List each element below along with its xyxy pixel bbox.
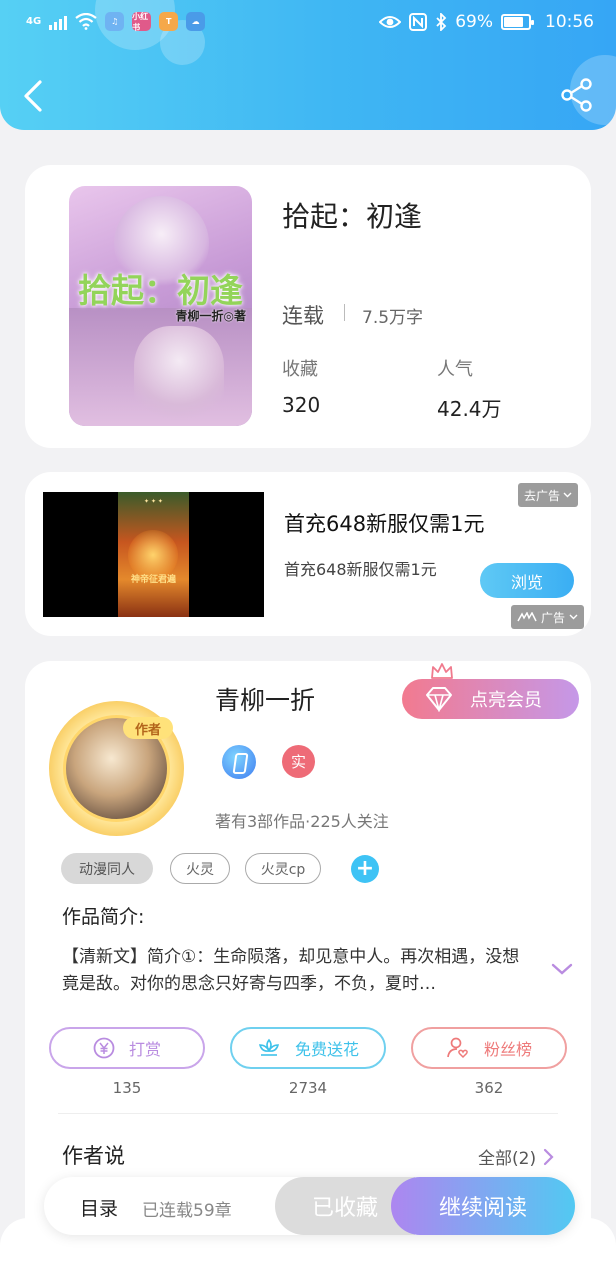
add-tag-button[interactable]: + xyxy=(351,855,379,883)
favorites-label: 收藏 xyxy=(282,359,318,380)
fan-count: 362 xyxy=(474,1079,504,1097)
chevron-down-icon xyxy=(569,614,578,620)
yuan-coin-icon xyxy=(93,1037,115,1059)
send-flower-label: 免费送花 xyxy=(294,1040,359,1059)
flower-count: 2734 xyxy=(288,1079,328,1097)
ad-title: 首充648新服仅需1元 xyxy=(284,512,485,536)
ad-description: 首充648新服仅需1元 xyxy=(284,560,437,579)
header: 4G ♫ 小红书 T ☁ 69% 10:56 xyxy=(0,0,616,130)
signal-icon xyxy=(49,14,68,30)
fan-rank-button[interactable]: 粉丝榜 xyxy=(411,1027,567,1069)
tag-item[interactable]: 火灵cp xyxy=(245,853,321,884)
ad-card[interactable]: ✦ ✦ ✦ 神帝征君遍 去广告 首充648新服仅需1元 首充648新服仅需1元 … xyxy=(25,472,591,636)
ad-label: 广告 xyxy=(540,610,565,625)
weather-app-icon: ☁ xyxy=(186,12,206,31)
wifi-icon xyxy=(75,13,97,30)
author-avatar-frame[interactable]: 作者 xyxy=(49,701,184,836)
crown-icon xyxy=(431,663,453,679)
ad-image-caption: 神帝征君遍 xyxy=(130,575,176,585)
music-app-icon: ♫ xyxy=(105,12,125,31)
browse-button[interactable]: 浏览 xyxy=(480,563,574,598)
author-say-heading: 作者说 xyxy=(62,1144,125,1168)
divider xyxy=(58,1113,558,1114)
reward-button[interactable]: 打赏 xyxy=(49,1027,205,1069)
table-of-contents-button[interactable]: 目录 xyxy=(80,1194,118,1221)
back-button[interactable] xyxy=(18,78,48,114)
favorites-value: 320 xyxy=(282,393,321,417)
book-title: 拾起：初逢 xyxy=(282,200,423,233)
ad-label-badge[interactable]: 广告 xyxy=(510,605,584,629)
word-count: 7.5万字 xyxy=(362,308,424,328)
real-name-badge[interactable]: 实 xyxy=(282,745,315,778)
continue-reading-button[interactable]: 继续阅读 xyxy=(391,1177,575,1235)
phone-verified-icon[interactable] xyxy=(222,745,256,779)
network-type: 4G xyxy=(26,16,42,27)
chevron-down-icon xyxy=(563,492,572,498)
divider xyxy=(344,304,345,321)
view-all-label: 全部(2) xyxy=(478,1149,537,1169)
book-status: 连载 xyxy=(282,304,324,328)
author-badge: 作者 xyxy=(123,717,173,739)
status-bar: 4G ♫ 小红书 T ☁ 69% 10:56 xyxy=(0,0,616,48)
chapter-count: 已连载59章 xyxy=(142,1201,232,1221)
reward-label: 打赏 xyxy=(128,1040,161,1059)
tag-item[interactable]: 动漫同人 xyxy=(61,853,153,884)
clock: 10:56 xyxy=(545,12,594,32)
ad-image[interactable]: ✦ ✦ ✦ 神帝征君遍 xyxy=(43,492,264,617)
share-icon[interactable] xyxy=(560,78,594,112)
calendar-app-icon: T xyxy=(159,12,179,31)
eye-icon xyxy=(379,16,402,28)
author-name[interactable]: 青柳一折 xyxy=(215,681,315,717)
intro-label: 作品简介: xyxy=(62,906,145,928)
chevron-right-icon xyxy=(543,1148,554,1165)
battery-icon xyxy=(501,14,534,30)
battery-percent: 69% xyxy=(455,12,493,32)
cover-title: 拾起：初逢 xyxy=(78,271,243,310)
bottom-action-bar: 目录 已连载59章 已收藏 继续阅读 xyxy=(44,1177,575,1235)
nfc-icon xyxy=(409,13,428,31)
vip-label: 点亮会员 xyxy=(470,690,542,711)
remove-ad-label: 去广告 xyxy=(523,488,560,503)
flower-icon xyxy=(258,1038,280,1056)
reward-count: 135 xyxy=(112,1079,142,1097)
intro-text[interactable]: 【清新文】简介①：生命陨落，却见意中人。再次相遇，没想竟是敌。对你的思念只好寄与… xyxy=(62,944,525,998)
remove-ad-button[interactable]: 去广告 xyxy=(517,483,578,507)
expand-chevron-icon[interactable] xyxy=(551,961,573,977)
book-info-card: 拾起：初逢 青柳一折◎著 拾起：初逢 连载 7.5万字 收藏 320 人气 42… xyxy=(25,165,591,448)
ad-network-logo-icon xyxy=(517,612,537,622)
book-cover[interactable]: 拾起：初逢 青柳一折◎著 xyxy=(69,186,252,426)
bluetooth-icon xyxy=(436,13,447,31)
fan-rank-label: 粉丝榜 xyxy=(483,1040,532,1059)
tag-item[interactable]: 火灵 xyxy=(170,853,230,884)
xiaohongshu-app-icon: 小红书 xyxy=(132,12,152,32)
popularity-label: 人气 xyxy=(437,359,473,380)
user-heart-icon xyxy=(447,1037,468,1059)
cover-author: 青柳一折◎著 xyxy=(175,309,246,323)
send-flower-button[interactable]: 免费送花 xyxy=(230,1027,386,1069)
diamond-icon xyxy=(426,687,452,712)
view-all-link[interactable]: 全部(2) xyxy=(478,1144,554,1169)
popularity-value: 42.4万 xyxy=(437,397,502,421)
author-meta: 著有3部作品·225人关注 xyxy=(215,812,389,831)
vip-button[interactable]: 点亮会员 xyxy=(402,679,579,719)
